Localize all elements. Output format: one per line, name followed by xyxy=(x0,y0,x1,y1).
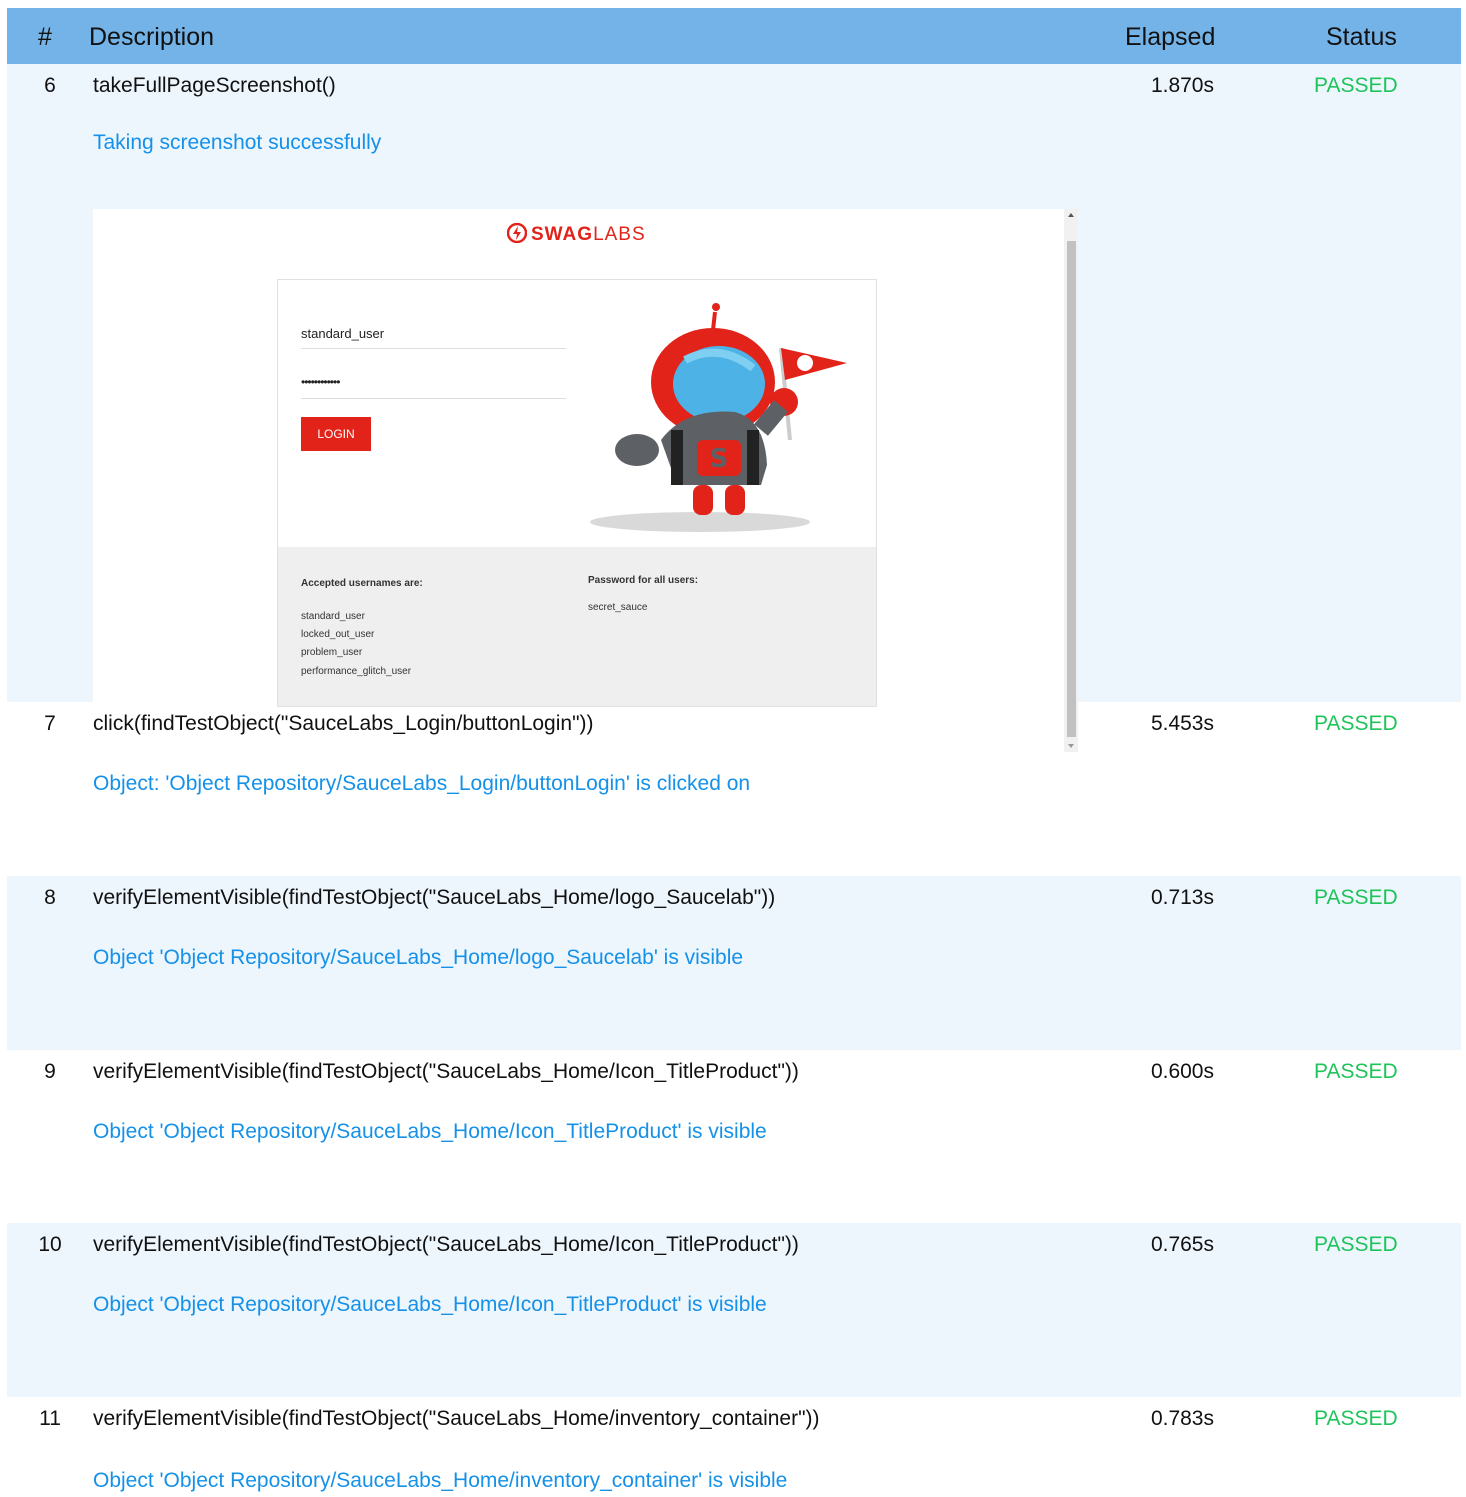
password-text: secret_sauce xyxy=(588,602,648,613)
screenshot-image[interactable]: SWAGLABS standard_user •••••••••••• LOGI… xyxy=(93,209,1078,752)
step-description: verifyElementVisible(findTestObject("Sau… xyxy=(93,1407,820,1430)
login-button[interactable]: LOGIN xyxy=(301,417,371,451)
step-message: Object 'Object Repository/SauceLabs_Home… xyxy=(93,1469,788,1492)
scrollbar-thumb[interactable] xyxy=(1067,241,1076,737)
header-elapsed: Elapsed xyxy=(1125,23,1216,51)
step-number: 9 xyxy=(44,1060,56,1083)
step-elapsed: 0.713s xyxy=(1150,886,1214,909)
step-message: Taking screenshot successfully xyxy=(93,131,382,154)
username-value: standard_user xyxy=(301,326,385,341)
header-status: Status xyxy=(1326,23,1397,51)
step-message: Object 'Object Repository/SauceLabs_Home… xyxy=(93,1293,767,1316)
username-item: standard_user xyxy=(301,611,365,622)
password-field[interactable]: •••••••••••• xyxy=(301,368,566,399)
username-item: problem_user xyxy=(301,647,363,658)
table-row: 10 verifyElementVisible(findTestObject("… xyxy=(7,1223,1461,1397)
logo-text-bold: SWAG xyxy=(531,224,594,245)
table-row: 7 click(findTestObject("SauceLabs_Login/… xyxy=(7,702,1461,876)
step-number: 11 xyxy=(39,1407,61,1430)
robot-mascot-icon: S xyxy=(590,303,847,532)
table-row: 11 verifyElementVisible(findTestObject("… xyxy=(7,1397,1461,1497)
step-description: takeFullPageScreenshot() xyxy=(93,74,336,97)
password-value: •••••••••••• xyxy=(301,375,340,389)
step-description: verifyElementVisible(findTestObject("Sau… xyxy=(93,886,776,909)
username-item: locked_out_user xyxy=(301,629,375,640)
header-description: Description xyxy=(89,23,215,51)
step-elapsed: 0.600s xyxy=(1150,1060,1214,1083)
password-heading: Password for all users: xyxy=(588,575,699,586)
usernames-heading: Accepted usernames are: xyxy=(301,578,423,589)
step-elapsed: 5.453s xyxy=(1150,712,1214,735)
screenshot-scrollbar[interactable] xyxy=(1064,209,1078,752)
step-message: Object 'Object Repository/SauceLabs_Home… xyxy=(93,1120,767,1143)
step-status: PASSED xyxy=(1314,712,1398,735)
table-row: 8 verifyElementVisible(findTestObject("S… xyxy=(7,876,1461,1050)
swaglabs-logo-icon xyxy=(506,222,528,244)
step-message: Object: 'Object Repository/SauceLabs_Log… xyxy=(93,772,751,795)
step-status: PASSED xyxy=(1314,1060,1398,1083)
step-number: 6 xyxy=(44,74,56,97)
svg-text:S: S xyxy=(710,444,729,474)
step-elapsed: 0.783s xyxy=(1150,1407,1214,1430)
username-item: performance_glitch_user xyxy=(301,666,412,677)
test-report-table: # Description Elapsed Status 6 takeFullP… xyxy=(7,8,1461,1497)
step-number: 10 xyxy=(38,1233,62,1256)
step-status: PASSED xyxy=(1314,886,1398,909)
step-message: Object 'Object Repository/SauceLabs_Home… xyxy=(93,946,744,969)
step-number: 7 xyxy=(44,712,56,735)
step-description: click(findTestObject("SauceLabs_Login/bu… xyxy=(93,712,594,735)
table-row: 9 verifyElementVisible(findTestObject("S… xyxy=(7,1050,1461,1223)
step-status: PASSED xyxy=(1314,74,1398,97)
step-description: verifyElementVisible(findTestObject("Sau… xyxy=(93,1233,799,1256)
logo-text-light: LABS xyxy=(593,224,646,245)
step-number: 8 xyxy=(44,886,56,909)
step-status: PASSED xyxy=(1314,1407,1398,1430)
header-num: # xyxy=(38,23,52,51)
scroll-up-icon[interactable] xyxy=(1068,213,1074,217)
login-card: standard_user •••••••••••• LOGIN S Accep… xyxy=(277,279,877,707)
table-header: # Description Elapsed Status xyxy=(7,8,1461,64)
step-status: PASSED xyxy=(1314,1233,1398,1256)
username-field[interactable]: standard_user xyxy=(301,318,566,349)
step-elapsed: 0.765s xyxy=(1150,1233,1214,1256)
step-description: verifyElementVisible(findTestObject("Sau… xyxy=(93,1060,799,1083)
table-row: 6 takeFullPageScreenshot() 1.870s PASSED… xyxy=(7,64,1461,752)
swaglabs-logo: SWAGLABS xyxy=(506,222,646,246)
credentials-panel: Accepted usernames are: standard_user lo… xyxy=(278,547,876,706)
step-elapsed: 1.870s xyxy=(1150,74,1214,97)
